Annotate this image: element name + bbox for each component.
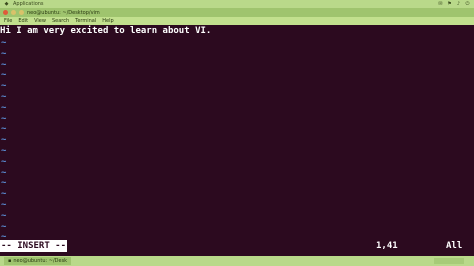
- top-panel: ◆ Applications ✉ ⚑ ♪ ⏻: [0, 0, 474, 8]
- empty-line-tilde: ~: [1, 48, 7, 59]
- menu-terminal[interactable]: Terminal: [75, 18, 96, 24]
- empty-line-tilde: ~: [1, 167, 7, 178]
- taskbar-terminal-item[interactable]: ▪ neo@ubuntu: ~/Desk: [4, 257, 72, 265]
- empty-line-tilde: ~: [1, 146, 7, 156]
- empty-line-tilde: ~: [1, 81, 7, 92]
- menu-view[interactable]: View: [34, 18, 46, 24]
- cursor-position: 1,41: [376, 241, 398, 251]
- taskbar-item-label: neo@ubuntu: ~/Desk: [13, 258, 68, 264]
- empty-line-tilde: ~: [1, 156, 7, 167]
- empty-line-tilde: ~: [1, 135, 7, 146]
- scroll-indicator: All: [446, 241, 463, 251]
- menu-edit[interactable]: Edit: [18, 18, 28, 24]
- minimize-button[interactable]: [11, 10, 16, 15]
- menu-help[interactable]: Help: [102, 18, 113, 24]
- network-icon[interactable]: ⚑: [447, 1, 452, 7]
- empty-line-tilde: ~: [1, 200, 7, 210]
- vim-status-line: -- INSERT -- 1,41 All: [0, 240, 474, 252]
- workspace-switcher[interactable]: [434, 258, 464, 264]
- close-button[interactable]: [3, 10, 8, 15]
- empty-line-tilde: ~: [1, 189, 7, 200]
- insert-mode-indicator: -- INSERT --: [0, 240, 68, 252]
- empty-line-tilde: ~: [1, 178, 7, 189]
- maximize-button[interactable]: [19, 10, 24, 15]
- menu-search[interactable]: Search: [52, 18, 69, 24]
- power-icon[interactable]: ⏻: [465, 1, 470, 7]
- terminal-icon: ▪: [8, 258, 12, 264]
- empty-line-tilde: ~: [1, 59, 7, 70]
- applications-menu[interactable]: Applications: [13, 1, 44, 7]
- menu-bar: File Edit View Search Terminal Help: [0, 17, 474, 25]
- taskbar: ▪ neo@ubuntu: ~/Desk: [0, 256, 474, 266]
- mail-icon[interactable]: ✉: [438, 1, 443, 7]
- empty-line-tilde: ~: [1, 113, 7, 124]
- empty-line-tilde: ~: [1, 38, 7, 48]
- menu-file[interactable]: File: [4, 18, 12, 24]
- empty-line-tilde: ~: [1, 102, 7, 113]
- text-line-1: Hi I am very excited to learn about VI.: [0, 26, 212, 36]
- terminal-area[interactable]: Hi I am very excited to learn about VI. …: [0, 25, 474, 253]
- window-title-bar[interactable]: neo@ubuntu: ~/Desktop/vim: [0, 8, 474, 17]
- applications-icon[interactable]: ◆: [4, 1, 9, 7]
- empty-line-tilde: ~: [1, 221, 7, 232]
- empty-line-tilde: ~: [1, 70, 7, 81]
- sound-icon[interactable]: ♪: [456, 1, 461, 7]
- window-title: neo@ubuntu: ~/Desktop/vim: [27, 9, 100, 16]
- empty-line-tilde: ~: [1, 124, 7, 135]
- empty-line-tilde: ~: [1, 210, 7, 221]
- empty-line-tilde: ~: [1, 92, 7, 102]
